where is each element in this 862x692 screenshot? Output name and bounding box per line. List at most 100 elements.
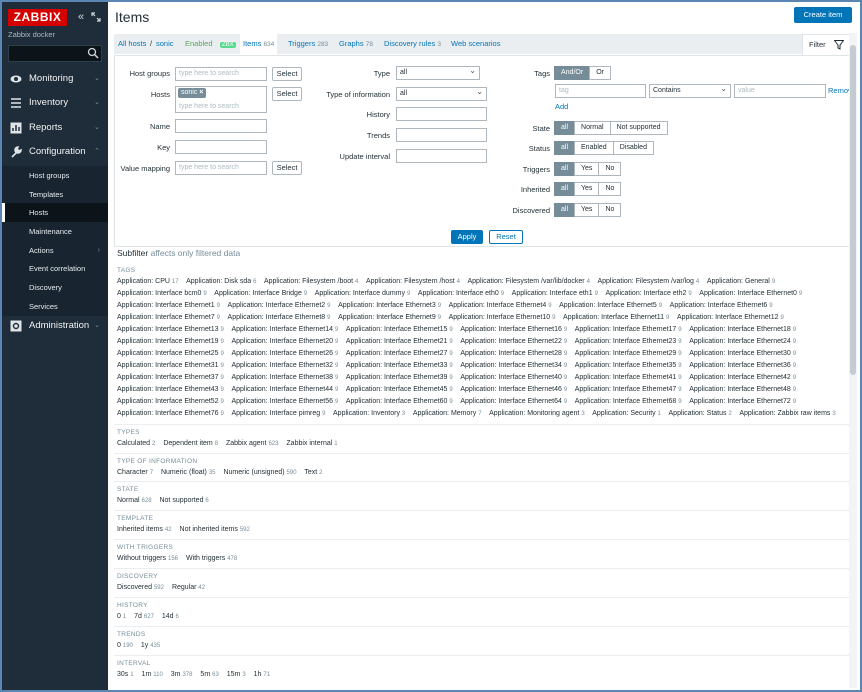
subfilter-item[interactable]: Application: Interface Ethernet43 9 xyxy=(117,386,224,393)
subfilter-item[interactable]: Application: Interface Ethernet60 9 xyxy=(346,398,453,405)
subfilter-item[interactable]: With triggers 478 xyxy=(186,555,237,562)
subfilter-item[interactable]: Application: Interface Ethernet76 9 xyxy=(117,410,224,417)
name-input[interactable] xyxy=(175,119,267,133)
discovered-no-option[interactable]: No xyxy=(598,203,622,217)
subfilter-item[interactable]: Application: Interface Ethernet37 9 xyxy=(117,374,224,381)
subfilter-item[interactable]: 7d 627 xyxy=(134,613,154,620)
submenu-discovery[interactable]: Discovery xyxy=(2,278,108,297)
subfilter-item[interactable]: Application: Interface Ethernet20 9 xyxy=(231,338,338,345)
subfilter-item[interactable]: 5m 63 xyxy=(200,671,218,678)
menu-configuration[interactable]: Configuration ⌃ xyxy=(2,141,108,163)
host-groups-select-button[interactable]: Select xyxy=(272,67,302,81)
subfilter-item[interactable]: Numeric (float) 35 xyxy=(161,469,216,476)
subfilter-item[interactable]: Application: Interface Ethernet64 9 xyxy=(460,398,567,405)
subfilter-item[interactable]: Dependent item 8 xyxy=(163,440,218,447)
or-option[interactable]: Or xyxy=(589,66,611,80)
subfilter-item[interactable]: Application: Interface Ethernet24 9 xyxy=(689,338,796,345)
subfilter-item[interactable]: Application: Inventory 3 xyxy=(333,410,405,417)
subfilter-item[interactable]: Calculated 2 xyxy=(117,440,155,447)
triggers-yes-option[interactable]: Yes xyxy=(574,162,600,176)
status-all-option[interactable]: all xyxy=(554,141,576,155)
subfilter-item[interactable]: Application: Interface Ethernet32 9 xyxy=(231,362,338,369)
subfilter-item[interactable]: Application: Interface Ethernet42 9 xyxy=(689,374,796,381)
subfilter-item[interactable]: Application: Interface Ethernet17 9 xyxy=(575,326,682,333)
subfilter-item[interactable]: 0 190 xyxy=(117,642,133,649)
subfilter-item[interactable]: Application: Monitoring agent 3 xyxy=(489,410,585,417)
subfilter-item[interactable]: Application: Interface Ethernet5 9 xyxy=(559,302,662,309)
subfilter-item[interactable]: Application: Interface Ethernet22 9 xyxy=(460,338,567,345)
kiosk-icon[interactable] xyxy=(90,9,102,25)
subfilter-item[interactable]: Application: Interface Ethernet2 9 xyxy=(228,302,331,309)
submenu-templates[interactable]: Templates xyxy=(2,185,108,204)
sidebar-search-input[interactable] xyxy=(8,45,102,62)
filter-tab[interactable]: Filter xyxy=(802,34,850,56)
subfilter-item[interactable]: Application: Interface Ethernet6 9 xyxy=(670,302,773,309)
tag-input[interactable]: tag xyxy=(555,84,646,98)
submenu-event-correlation[interactable]: Event correlation xyxy=(2,259,108,278)
subfilter-item[interactable]: Application: Interface pimreg 9 xyxy=(231,410,325,417)
tag-value-input[interactable]: value xyxy=(734,84,826,98)
tab-graphs[interactable]: Graphs 78 xyxy=(339,34,373,54)
state-not-supported-option[interactable]: Not supported xyxy=(609,121,668,135)
subfilter-item[interactable]: Application: Interface Ethernet39 9 xyxy=(346,374,453,381)
discovered-yes-option[interactable]: Yes xyxy=(574,203,600,217)
subfilter-item[interactable]: Discovered 592 xyxy=(117,584,164,591)
inherited-no-option[interactable]: No xyxy=(598,182,622,196)
subfilter-item[interactable]: Text 2 xyxy=(304,469,322,476)
submenu-maintenance[interactable]: Maintenance xyxy=(2,222,108,241)
subfilter-item[interactable]: 0 1 xyxy=(117,613,126,620)
subfilter-item[interactable]: 15m 3 xyxy=(227,671,246,678)
scrollbar-thumb[interactable] xyxy=(850,45,856,375)
subfilter-item[interactable]: Application: Interface Ethernet11 9 xyxy=(563,314,669,321)
status-enabled-option[interactable]: Enabled xyxy=(574,141,614,155)
subfilter-item[interactable]: Application: Filesystem /var/log 4 xyxy=(597,278,699,285)
triggers-all-option[interactable]: all xyxy=(554,162,576,176)
type-select[interactable]: all xyxy=(396,65,480,80)
subfilter-item[interactable]: Application: Interface Ethernet44 9 xyxy=(231,386,338,393)
subfilter-item[interactable]: 14d 6 xyxy=(162,613,179,620)
reset-button[interactable]: Reset xyxy=(489,230,523,244)
tab-items[interactable]: Items 634 xyxy=(240,34,278,54)
subfilter-item[interactable]: Application: Interface Ethernet12 9 xyxy=(677,314,784,321)
subfilter-item[interactable]: Application: Interface Ethernet52 9 xyxy=(117,398,224,405)
subfilter-item[interactable]: Normal 628 xyxy=(117,497,152,504)
subfilter-item[interactable]: Application: Disk sda 6 xyxy=(186,278,256,285)
subfilter-item[interactable]: Application: CPU 17 xyxy=(117,278,179,285)
triggers-no-option[interactable]: No xyxy=(598,162,622,176)
subfilter-item[interactable]: Application: Interface Ethernet3 9 xyxy=(338,302,441,309)
value-mapping-select-button[interactable]: Select xyxy=(272,161,302,175)
subfilter-item[interactable]: Application: Interface Ethernet25 9 xyxy=(117,350,224,357)
type-info-select[interactable]: all xyxy=(396,86,487,101)
add-tag-link[interactable]: Add xyxy=(555,102,568,111)
zabbix-logo[interactable]: ZABBIX xyxy=(8,9,67,26)
inherited-yes-option[interactable]: Yes xyxy=(574,182,600,196)
subfilter-item[interactable]: Application: Interface bcm0 9 xyxy=(117,290,207,297)
subfilter-item[interactable]: Application: Interface Ethernet35 9 xyxy=(575,362,682,369)
subfilter-item[interactable]: Application: Interface Ethernet46 9 xyxy=(460,386,567,393)
subfilter-item[interactable]: Application: Interface eth0 9 xyxy=(418,290,504,297)
subfilter-item[interactable]: Application: Interface Ethernet48 9 xyxy=(689,386,796,393)
subfilter-item[interactable]: Application: Interface Ethernet0 9 xyxy=(699,290,802,297)
subfilter-item[interactable]: Application: Interface Ethernet26 9 xyxy=(231,350,338,357)
menu-monitoring[interactable]: Monitoring ⌄ xyxy=(2,68,108,90)
subfilter-item[interactable]: Application: Memory 7 xyxy=(413,410,482,417)
subfilter-item[interactable]: Application: Interface Ethernet15 9 xyxy=(346,326,453,333)
subfilter-item[interactable]: Application: Interface Ethernet14 9 xyxy=(231,326,338,333)
key-input[interactable] xyxy=(175,140,267,154)
subfilter-item[interactable]: Zabbix agent 623 xyxy=(226,440,278,447)
subfilter-item[interactable]: Application: Interface Ethernet31 9 xyxy=(117,362,224,369)
submenu-services[interactable]: Services xyxy=(2,297,108,316)
tab-web-scenarios[interactable]: Web scenarios xyxy=(451,34,500,54)
subfilter-item[interactable]: 30s 1 xyxy=(117,671,134,678)
subfilter-item[interactable]: Application: Interface Ethernet21 9 xyxy=(346,338,453,345)
submenu-hosts[interactable]: Hosts xyxy=(2,203,108,222)
host-link[interactable]: sonic xyxy=(156,34,174,54)
subfilter-item[interactable]: Application: Interface Ethernet10 9 xyxy=(449,314,556,321)
subfilter-item[interactable]: Application: Filesystem /host 4 xyxy=(366,278,460,285)
menu-reports[interactable]: Reports ⌄ xyxy=(2,117,108,139)
subfilter-item[interactable]: Application: Interface Ethernet38 9 xyxy=(231,374,338,381)
subfilter-item[interactable]: Application: Interface Ethernet72 9 xyxy=(689,398,796,405)
subfilter-item[interactable]: Application: Interface Ethernet8 9 xyxy=(228,314,331,321)
subfilter-item[interactable]: Application: Interface Ethernet13 9 xyxy=(117,326,224,333)
subfilter-item[interactable]: Without triggers 156 xyxy=(117,555,178,562)
